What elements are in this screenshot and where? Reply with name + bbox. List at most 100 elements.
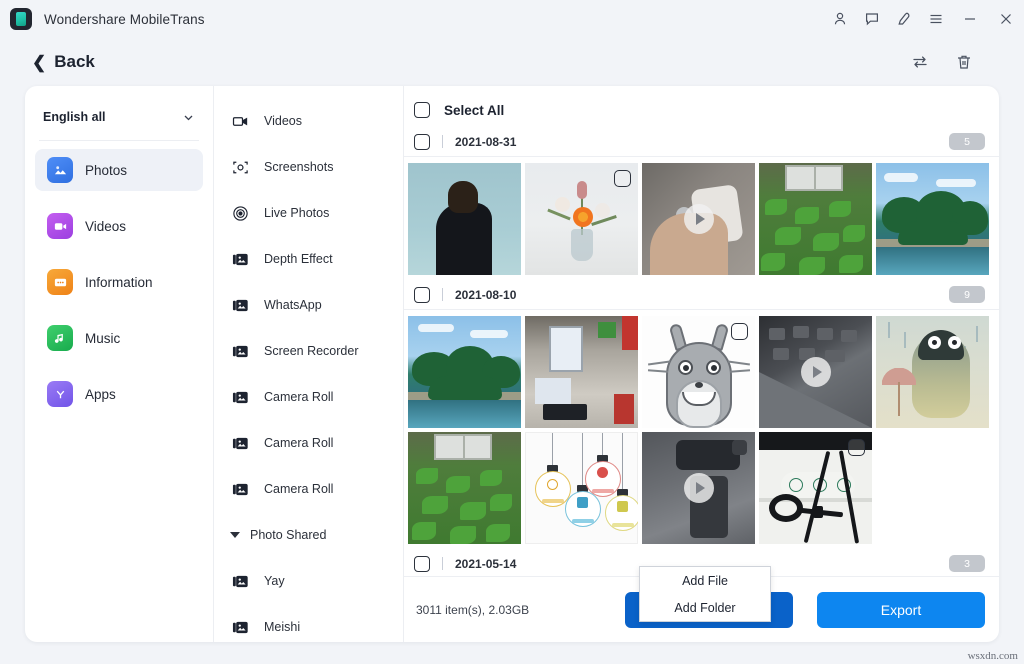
video-camera-icon <box>232 112 250 130</box>
thumbnail-tropical-beach[interactable] <box>876 163 989 275</box>
category-item-screenshots[interactable]: Screenshots <box>214 144 403 190</box>
thumbnail-ivy-garden[interactable] <box>408 432 521 544</box>
category-label: Yay <box>264 574 285 588</box>
minimize-icon[interactable] <box>952 4 988 34</box>
content-area: Select All 2021-08-31 5 <box>404 86 999 642</box>
select-all-row[interactable]: Select All <box>404 93 999 127</box>
feedback-chat-icon[interactable] <box>856 4 888 34</box>
thumbnail-tropical-island[interactable] <box>408 316 521 428</box>
category-label: Camera Roll <box>264 482 333 496</box>
thumbnail-totoro-watercolor[interactable] <box>876 316 989 428</box>
chevron-left-icon: ❮ <box>32 54 46 71</box>
sidebar-item-music[interactable]: Music <box>35 317 203 359</box>
group-checkbox[interactable] <box>414 556 430 572</box>
thumbnail-totoro-drawing[interactable] <box>642 316 755 428</box>
menu-item-add-file[interactable]: Add File <box>640 567 770 594</box>
thumbnail-earbuds-video[interactable] <box>642 163 755 275</box>
category-label: Screen Recorder <box>264 344 359 358</box>
category-label: Photo Shared <box>250 528 326 542</box>
group-count-badge: 9 <box>949 286 985 303</box>
thumbnail-office-desk[interactable] <box>525 316 638 428</box>
category-group-photo-shared[interactable]: Photo Shared <box>214 512 403 558</box>
category-item-camera-roll-3[interactable]: Camera Roll <box>214 466 403 512</box>
sidebar-item-information[interactable]: Information <box>35 261 203 303</box>
category-item-yay[interactable]: Yay <box>214 558 403 604</box>
category-label: Videos <box>264 114 302 128</box>
album-icon <box>232 296 250 314</box>
sidebar-item-apps[interactable]: Apps <box>35 373 203 415</box>
category-item-camera-roll-1[interactable]: Camera Roll <box>214 374 403 420</box>
header-tools <box>908 50 976 74</box>
category-item-meishi[interactable]: Meishi <box>214 604 403 642</box>
group-checkbox[interactable] <box>414 134 430 150</box>
thumbnail-keyboard-video[interactable] <box>759 316 872 428</box>
watermark: wsxdn.com <box>968 650 1018 662</box>
category-item-live-photos[interactable]: Live Photos <box>214 190 403 236</box>
date-label: 2021-05-14 <box>455 557 516 571</box>
play-icon[interactable] <box>684 204 714 234</box>
menu-item-add-folder[interactable]: Add Folder <box>640 594 770 621</box>
thumbnail-shelf-cable[interactable] <box>759 432 872 544</box>
thumbnail-checkbox[interactable] <box>731 323 748 340</box>
category-list: Videos Screenshots Live Photos Depth Eff… <box>214 86 404 642</box>
album-icon <box>232 618 250 636</box>
close-icon[interactable] <box>988 4 1024 34</box>
divider <box>442 288 443 301</box>
information-icon <box>47 269 73 295</box>
language-selector[interactable]: English all <box>39 100 199 134</box>
thumbnail-grid <box>404 310 999 544</box>
play-icon[interactable] <box>801 357 831 387</box>
sidebar-item-label: Music <box>85 331 120 346</box>
export-button[interactable]: Export <box>817 592 985 628</box>
date-label: 2021-08-31 <box>455 135 516 149</box>
date-label: 2021-08-10 <box>455 288 516 302</box>
thumbnail-ivy-window[interactable] <box>759 163 872 275</box>
group-checkbox[interactable] <box>414 287 430 303</box>
thumbnail-checkbox[interactable] <box>614 170 631 187</box>
category-label: Camera Roll <box>264 390 333 404</box>
thumbnail-phone-video[interactable] <box>642 432 755 544</box>
account-icon[interactable] <box>824 4 856 34</box>
app-title: Wondershare MobileTrans <box>44 12 205 27</box>
category-item-videos[interactable]: Videos <box>214 98 403 144</box>
category-label: Camera Roll <box>264 436 333 450</box>
album-icon <box>232 388 250 406</box>
edit-pen-icon[interactable] <box>888 4 920 34</box>
category-item-depth-effect[interactable]: Depth Effect <box>214 236 403 282</box>
select-all-checkbox[interactable] <box>414 102 430 118</box>
main-panel: English all Photos Videos In <box>25 86 999 642</box>
menu-hamburger-icon[interactable] <box>920 4 952 34</box>
sidebar-item-photos[interactable]: Photos <box>35 149 203 191</box>
back-button[interactable]: ❮ Back <box>32 52 95 72</box>
header-bar: ❮ Back <box>0 40 1024 84</box>
album-icon <box>232 434 250 452</box>
thumbnail-flower-vase[interactable] <box>525 163 638 275</box>
album-icon <box>232 572 250 590</box>
language-label: English all <box>43 110 106 124</box>
date-group-header[interactable]: 2021-08-31 5 <box>404 127 999 157</box>
category-item-whatsapp[interactable]: WhatsApp <box>214 282 403 328</box>
category-item-camera-roll-2[interactable]: Camera Roll <box>214 420 403 466</box>
back-label: Back <box>54 52 95 72</box>
photos-icon <box>47 157 73 183</box>
window-controls <box>824 0 1024 38</box>
app-window: Wondershare MobileTrans <box>0 0 1024 664</box>
thumbnail-grid <box>404 157 999 275</box>
sidebar-item-videos[interactable]: Videos <box>35 205 203 247</box>
date-group-header[interactable]: 2021-08-10 9 <box>404 280 999 310</box>
group-count-badge: 5 <box>949 133 985 150</box>
chevron-down-icon <box>182 111 195 124</box>
thumbnail-checkbox[interactable] <box>848 439 865 456</box>
thumbnail-person-portrait[interactable] <box>408 163 521 275</box>
category-label: Meishi <box>264 620 300 634</box>
thumbnail-infographic[interactable] <box>525 432 638 544</box>
play-icon[interactable] <box>684 473 714 503</box>
sidebar-item-label: Apps <box>85 387 116 402</box>
refresh-swap-icon[interactable] <box>908 50 932 74</box>
category-item-screen-recorder[interactable]: Screen Recorder <box>214 328 403 374</box>
delete-trash-icon[interactable] <box>952 50 976 74</box>
category-label: WhatsApp <box>264 298 322 312</box>
sidebar-divider <box>39 140 199 141</box>
screenshot-icon <box>232 158 250 176</box>
media-scroll-area[interactable]: Select All 2021-08-31 5 <box>404 86 999 576</box>
